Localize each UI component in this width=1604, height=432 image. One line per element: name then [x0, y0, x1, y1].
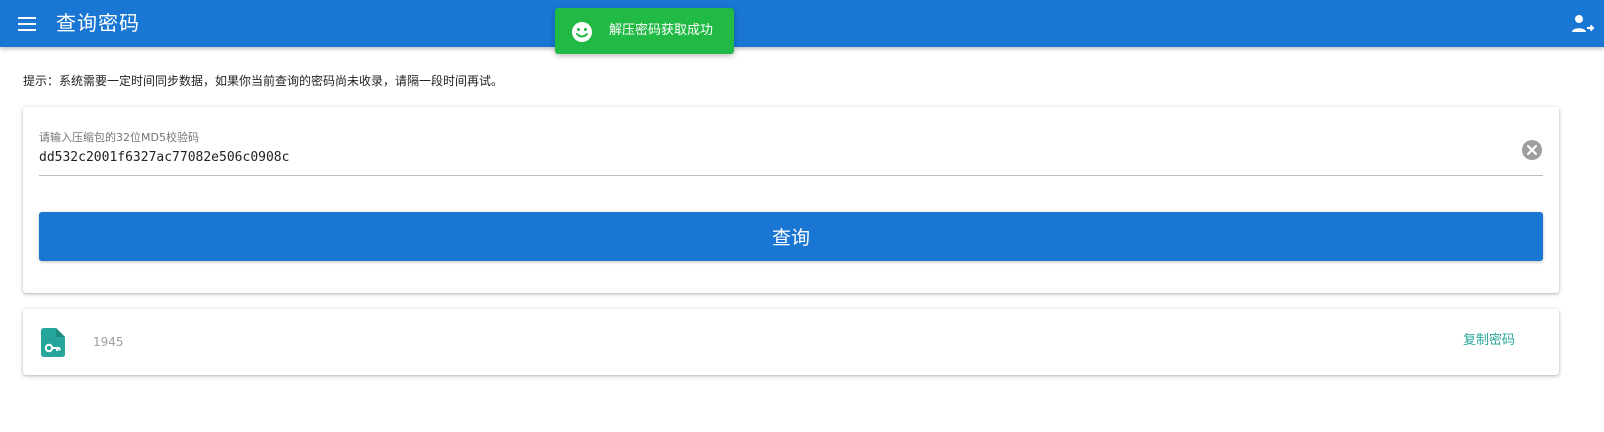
clear-button[interactable] [1521, 139, 1543, 161]
result-card: 1945 复制密码 [23, 309, 1559, 375]
page-title: 查询密码 [56, 11, 140, 35]
menu-button[interactable] [16, 12, 40, 36]
md5-input[interactable] [39, 147, 1499, 167]
menu-icon-line [18, 17, 36, 19]
account-button[interactable] [1571, 12, 1595, 36]
password-value: 1945 [93, 335, 124, 349]
account-arrow-icon [1572, 15, 1595, 32]
menu-icon-line [18, 23, 36, 25]
file-key-icon [41, 328, 65, 357]
clear-circle-icon [1522, 140, 1542, 160]
md5-field-underline [39, 175, 1543, 176]
menu-icon-line [18, 29, 36, 31]
toast-message: 解压密码获取成功 [609, 23, 714, 38]
query-card: 请输入压缩包的32位MD5校验码 查询 [23, 107, 1559, 293]
copy-password-button[interactable]: 复制密码 [1463, 332, 1515, 350]
success-toast: 解压密码获取成功 [555, 8, 734, 54]
smile-icon [572, 22, 592, 42]
query-button[interactable]: 查询 [39, 212, 1543, 261]
md5-field-label: 请输入压缩包的32位MD5校验码 [39, 131, 199, 144]
hint-text: 提示：系统需要一定时间同步数据，如果你当前查询的密码尚未收录，请隔一段时间再试。 [23, 74, 504, 88]
app-header: 查询密码 [0, 0, 1604, 47]
